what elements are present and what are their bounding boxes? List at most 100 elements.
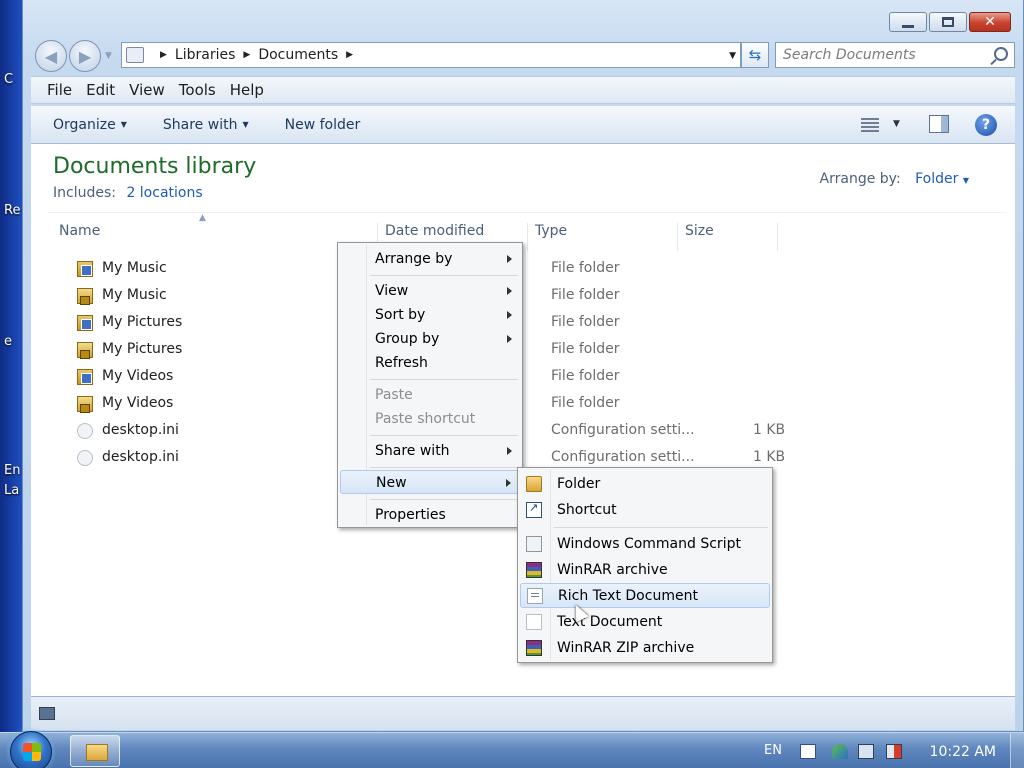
new-text-document-item[interactable]: Text Document [520,610,770,635]
file-type: File folder [551,341,620,357]
column-divider[interactable] [777,223,778,251]
menu-bar: File Edit View Tools Help [31,76,1015,104]
menu-item-label: WinRAR archive [557,562,668,578]
ctx-new[interactable]: New [340,470,520,494]
menu-item-label: Folder [557,476,601,492]
refresh-button[interactable]: ⇆ [741,42,769,68]
search-icon[interactable] [994,47,1008,61]
menu-help[interactable]: Help [230,81,264,99]
column-headers: ▲ Name Date modified Type Size [47,212,1007,251]
ctx-paste-shortcut: Paste shortcut [375,411,476,427]
back-button[interactable]: ◀ [35,40,67,72]
column-divider[interactable] [677,223,678,251]
breadcrumb-libraries[interactable]: Libraries [175,47,235,63]
winrar-archive-icon [526,562,542,578]
breadcrumb-separator-icon[interactable]: ▶ [160,50,167,60]
file-size: 1 KB [753,449,786,465]
new-folder-button[interactable]: New folder [285,117,361,133]
ctx-group-by[interactable]: Group by [340,327,520,351]
volume-muted-icon[interactable] [886,744,902,759]
ctx-arrange-by[interactable]: Arrange by [340,247,520,271]
refresh-icon: ⇆ [748,46,762,64]
submenu-arrow-icon [506,479,511,487]
shortcut-icon [526,501,542,518]
new-submenu: Folder Shortcut Windows Command Script W… [517,467,773,663]
includes-label: Includes: [53,185,116,201]
music-library-folder-icon [77,261,93,277]
locations-link[interactable]: 2 locations [126,185,202,201]
menu-item-label: View [375,283,409,299]
chevron-down-icon: ▼ [962,176,969,185]
new-winrar-archive-item[interactable]: WinRAR archive [520,558,770,583]
address-history-dropdown-icon[interactable]: ▼ [729,51,736,61]
ctx-sort-by[interactable]: Sort by [340,303,520,327]
maximize-button[interactable] [929,12,967,32]
recent-pages-dropdown[interactable]: ▼ [105,51,112,61]
arrange-by: Arrange by: Folder ▼ [820,171,969,187]
chevron-down-icon: ▼ [242,120,249,129]
taskbar-explorer-button[interactable] [70,735,120,767]
help-icon[interactable]: ? [975,114,997,136]
language-indicator[interactable]: EN [764,743,782,758]
start-button[interactable] [10,731,52,768]
new-cmd-script-item[interactable]: Windows Command Script [520,532,770,557]
arrange-by-dropdown[interactable]: Folder ▼ [915,171,969,187]
organize-button[interactable]: Organize ▼ [53,117,127,133]
menu-file[interactable]: File [47,81,72,99]
clock[interactable]: 10:22 AM [930,744,996,760]
forward-button[interactable]: ▶ [69,40,101,72]
winrar-zip-icon [526,640,542,656]
address-bar[interactable]: ▶ Libraries ▶ Documents ▶ ▼ [121,42,741,68]
preview-pane-icon[interactable] [929,115,949,133]
menu-separator [554,527,768,528]
organize-label: Organize [53,116,116,133]
breadcrumb-documents[interactable]: Documents [258,47,338,63]
menu-edit[interactable]: Edit [86,81,115,99]
menu-view[interactable]: View [129,81,165,99]
page-title: Documents library [53,154,257,179]
column-divider[interactable] [527,223,528,251]
new-winrar-zip-item[interactable]: WinRAR ZIP archive [520,636,770,661]
file-type: File folder [551,287,620,303]
desktop-label-fragment: C [4,72,14,87]
breadcrumb-separator-icon[interactable]: ▶ [346,50,353,60]
menu-item-label: Rich Text Document [558,588,698,604]
search-box[interactable] [775,42,1015,68]
close-button[interactable]: ✕ [969,12,1011,32]
new-shortcut-item[interactable]: Shortcut [520,498,770,523]
ctx-share-with[interactable]: Share with [340,439,520,463]
document-tray-icon[interactable] [800,744,816,759]
minimize-button[interactable] [889,12,927,32]
column-header-type[interactable]: Type [535,223,567,239]
context-menu: Arrange by View Sort by Group by Refresh… [337,242,523,528]
file-type: File folder [551,314,620,330]
network-icon[interactable] [858,744,874,759]
action-center-icon[interactable] [832,744,848,759]
file-name: My Videos [102,395,174,411]
system-tray: EN 10:22 AM [734,733,1024,768]
file-name: My Music [102,287,167,303]
arrange-by-label: Arrange by: [819,171,901,187]
column-header-name[interactable]: Name [59,223,100,239]
taskbar: EN 10:22 AM [0,731,1024,768]
folder-icon [526,476,542,492]
ctx-view[interactable]: View [340,279,520,303]
column-header-size[interactable]: Size [685,223,714,239]
chevron-down-icon: ▼ [120,120,127,129]
menu-tools[interactable]: Tools [179,81,216,99]
breadcrumb-separator-icon[interactable]: ▶ [243,50,250,60]
share-with-button[interactable]: Share with ▼ [163,117,249,133]
show-desktop-button[interactable] [1010,733,1024,768]
ctx-refresh[interactable]: Refresh [340,351,520,375]
column-header-date[interactable]: Date modified [385,223,484,239]
search-input[interactable] [783,47,983,63]
change-view-icon[interactable] [861,118,879,132]
new-folder-item[interactable]: Folder [520,472,770,497]
pictures-library-folder-icon [77,315,93,331]
menu-separator [370,379,518,380]
view-options-dropdown-icon[interactable]: ▼ [893,119,900,129]
new-rich-text-document-item[interactable]: Rich Text Document [520,583,770,608]
menu-item-label: Shortcut [557,502,617,518]
menu-separator [370,499,518,500]
ctx-properties[interactable]: Properties [340,503,520,527]
